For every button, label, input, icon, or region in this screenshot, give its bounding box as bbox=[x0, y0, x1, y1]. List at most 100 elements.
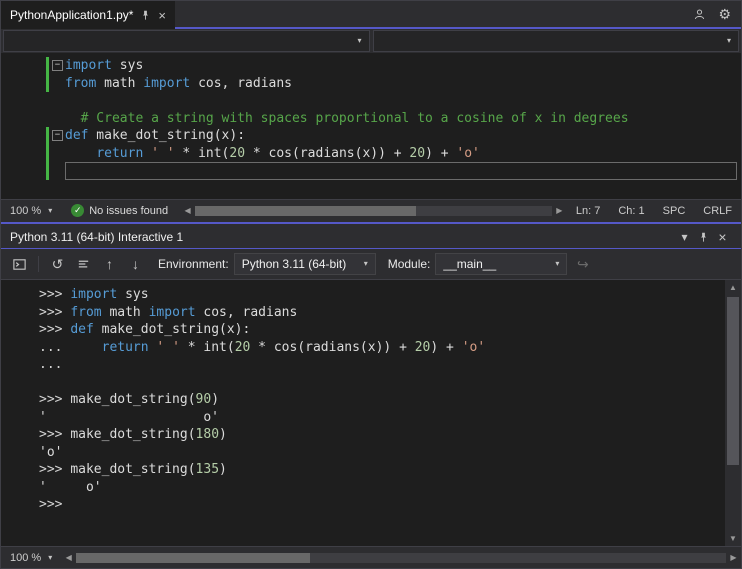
code-text: >>> make_dot_string(180) bbox=[39, 427, 227, 442]
fold-collapse-icon[interactable]: − bbox=[52, 130, 63, 141]
history-next-icon[interactable]: ↓ bbox=[125, 254, 146, 275]
code-line[interactable]: >>> make_dot_string(135) bbox=[39, 461, 724, 479]
gear-icon[interactable]: ⚙ bbox=[718, 7, 731, 21]
editor-code-area[interactable]: − import sys from math import cos, radians… bbox=[1, 53, 741, 199]
fold-collapse-icon[interactable]: − bbox=[52, 60, 63, 71]
code-line[interactable]: ' o' bbox=[39, 409, 724, 427]
chevron-down-icon: ▾ bbox=[363, 259, 368, 268]
close-icon[interactable]: × bbox=[158, 9, 166, 22]
repl-vertical-scrollbar[interactable]: ▲ ▼ bbox=[725, 280, 741, 546]
zoom-dropdown[interactable]: 100 % ▾ bbox=[1, 200, 61, 221]
status-line-ending: CRLF bbox=[703, 204, 732, 217]
interactive-status-bar: 100 % ▾ ◀ ▶ bbox=[1, 546, 741, 568]
scroll-left-icon[interactable]: ◀ bbox=[180, 206, 195, 215]
nav-member-dropdown[interactable]: ▾ bbox=[372, 30, 739, 52]
chevron-down-icon: ▾ bbox=[48, 552, 53, 562]
code-text: import sys bbox=[65, 58, 144, 73]
status-column-number: Ch: 1 bbox=[618, 204, 645, 217]
scroll-right-icon[interactable]: ▶ bbox=[552, 206, 567, 215]
tab-title: PythonApplication1.py* bbox=[10, 8, 134, 22]
pane-splitter[interactable] bbox=[1, 221, 741, 226]
code-line[interactable]: ... return ' ' * int(20 * cos(radians(x)… bbox=[39, 339, 724, 357]
scrollbar-thumb[interactable] bbox=[76, 552, 311, 563]
code-line[interactable]: from math import cos, radians bbox=[1, 74, 741, 93]
tool-window-title-bar[interactable]: Python 3.11 (64-bit) Interactive 1 ▾ × bbox=[1, 226, 741, 249]
scrollbar-track[interactable] bbox=[76, 552, 726, 563]
code-text: return ' ' * int(20 * cos(radians(x)) + … bbox=[96, 145, 480, 161]
code-line[interactable]: >>> import sys bbox=[39, 286, 724, 304]
code-line[interactable]: ' o' bbox=[39, 479, 724, 497]
tab-strip-right: ⚙ bbox=[175, 1, 741, 29]
window-position-icon[interactable]: ▾ bbox=[675, 230, 694, 244]
chevron-down-icon: ▾ bbox=[555, 259, 560, 268]
nav-scope-dropdown[interactable]: ▾ bbox=[3, 30, 370, 52]
editor-gutter bbox=[1, 162, 65, 180]
document-tab-strip: PythonApplication1.py* × ⚙ bbox=[1, 1, 741, 29]
environment-dropdown[interactable]: Python 3.11 (64-bit) ▾ bbox=[233, 253, 376, 275]
chevron-down-icon: ▾ bbox=[48, 205, 53, 215]
code-line[interactable]: return ' ' * int(20 * cos(radians(x)) + … bbox=[1, 144, 741, 163]
code-line[interactable] bbox=[1, 92, 741, 110]
pin-icon[interactable] bbox=[694, 232, 713, 243]
code-line[interactable]: >>> make_dot_string(90) bbox=[39, 391, 724, 409]
feedback-icon[interactable] bbox=[693, 8, 706, 21]
repl-horizontal-scrollbar: ◀ ▶ bbox=[61, 547, 741, 568]
code-text: # Create a string with spaces proportion… bbox=[65, 110, 629, 126]
editor-horizontal-scrollbar: ◀ ▶ bbox=[180, 200, 567, 221]
clear-screen-icon[interactable] bbox=[73, 254, 94, 275]
code-line[interactable]: 'o' bbox=[39, 444, 724, 462]
code-line[interactable] bbox=[1, 162, 741, 180]
code-line[interactable]: >>> make_dot_string(180) bbox=[39, 426, 724, 444]
editor-pane: PythonApplication1.py* × ⚙ ▾ ▾ − import … bbox=[1, 1, 741, 221]
interactive-toolbar: ↺ ↑ ↓ Environment: Python 3.11 (64-bit) … bbox=[1, 249, 741, 279]
scrollbar-thumb[interactable] bbox=[195, 205, 417, 216]
code-text: ' o' bbox=[39, 409, 220, 425]
module-value: __main__ bbox=[443, 257, 497, 271]
interactive-window-icon[interactable] bbox=[9, 254, 30, 275]
code-line[interactable]: ... bbox=[39, 356, 724, 374]
close-icon[interactable]: × bbox=[713, 229, 732, 245]
editor-gutter: − bbox=[1, 57, 65, 75]
code-text bbox=[65, 162, 737, 180]
tab-pythonapplication1[interactable]: PythonApplication1.py* × bbox=[1, 1, 176, 29]
code-text: >>> bbox=[39, 497, 63, 512]
scrollbar-thumb[interactable] bbox=[727, 297, 739, 465]
navigation-bar: ▾ ▾ bbox=[1, 29, 741, 53]
status-indent-mode: SPC bbox=[662, 204, 686, 217]
python-interactive-window: Python 3.11 (64-bit) Interactive 1 ▾ × ↺ bbox=[1, 226, 741, 568]
send-to-interactive-icon[interactable]: ↪ bbox=[572, 254, 593, 275]
zoom-level: 100 % bbox=[10, 551, 42, 564]
code-line[interactable]: − import sys bbox=[1, 57, 741, 75]
scroll-right-icon[interactable]: ▶ bbox=[726, 553, 741, 562]
code-line[interactable] bbox=[39, 374, 724, 392]
code-line[interactable]: # Create a string with spaces proportion… bbox=[1, 110, 741, 128]
code-text: from math import cos, radians bbox=[65, 75, 292, 91]
code-line[interactable]: >>> bbox=[39, 496, 724, 514]
module-dropdown[interactable]: __main__ ▾ bbox=[435, 253, 568, 275]
zoom-dropdown[interactable]: 100 % ▾ bbox=[1, 547, 61, 568]
reset-session-icon[interactable]: ↺ bbox=[47, 254, 68, 275]
chevron-down-icon: ▾ bbox=[726, 36, 731, 45]
scroll-up-icon[interactable]: ▲ bbox=[725, 280, 741, 295]
scroll-left-icon[interactable]: ◀ bbox=[61, 553, 76, 562]
editor-gutter bbox=[1, 110, 65, 128]
code-text: ' o' bbox=[39, 479, 102, 495]
history-previous-icon[interactable]: ↑ bbox=[99, 254, 120, 275]
environment-label: Environment: bbox=[158, 257, 229, 271]
editor-gutter bbox=[1, 144, 65, 163]
editor-status-bar: 100 % ▾ ✓ No issues found ◀ ▶ Ln: 7 Ch: … bbox=[1, 199, 741, 221]
code-line[interactable]: − def make_dot_string(x): bbox=[1, 127, 741, 145]
pin-icon[interactable] bbox=[140, 10, 151, 21]
zoom-level: 100 % bbox=[10, 204, 42, 217]
environment-value: Python 3.11 (64-bit) bbox=[241, 257, 347, 271]
scroll-down-icon[interactable]: ▼ bbox=[725, 531, 741, 546]
scrollbar-track[interactable] bbox=[195, 205, 552, 216]
code-text: >>> make_dot_string(135) bbox=[39, 462, 227, 477]
issues-check-icon: ✓ bbox=[71, 204, 85, 217]
repl-output[interactable]: >>> import sys >>> from math import cos, … bbox=[1, 280, 724, 546]
code-text: >>> def make_dot_string(x): bbox=[39, 322, 251, 337]
code-line[interactable]: >>> from math import cos, radians bbox=[39, 304, 724, 322]
code-line[interactable]: >>> def make_dot_string(x): bbox=[39, 321, 724, 339]
